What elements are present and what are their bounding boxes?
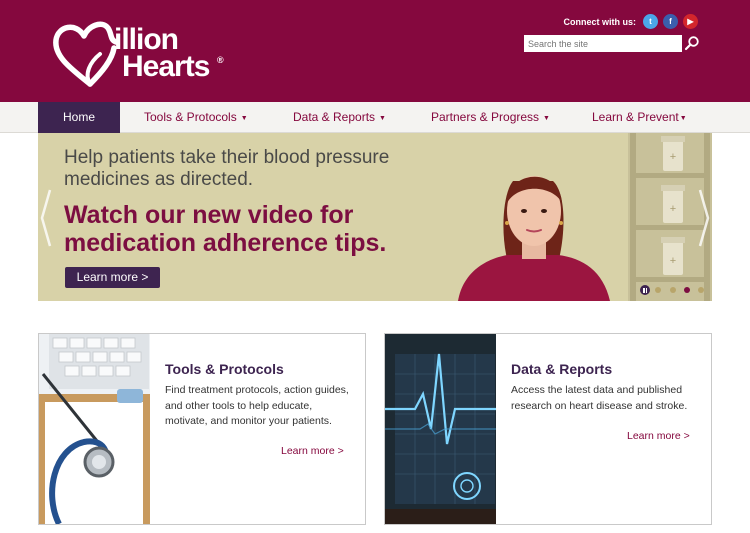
caret-down-icon: ▼ [379,115,386,122]
twitter-icon[interactable]: t [643,14,658,29]
data-reports-card: Data & Reports Access the latest data an… [384,333,712,525]
svg-text:+: + [670,151,676,163]
nav-item-partners-progress[interactable]: Partners & Progress ▼ [431,102,550,133]
facebook-icon[interactable]: f [663,14,678,29]
site-header: illion Hearts ® Connect with us: t f ▶ [0,0,750,102]
carousel-dot[interactable] [670,287,676,293]
caret-down-icon: ▼ [679,115,687,122]
tools-protocols-card: Tools & Protocols Find treatment protoco… [38,333,366,525]
stethoscope-keyboard-image [39,334,150,524]
card-description: Find treatment protocols, action guides,… [165,384,349,427]
svg-text:+: + [670,203,676,215]
logo-text-hearts: Hearts [122,50,210,83]
nav-item-data-reports[interactable]: Data & Reports ▼ [293,102,386,133]
carousel-next-arrow-icon[interactable] [698,188,710,248]
carousel-pause-icon[interactable] [640,285,650,295]
nav-item-label: Data & Reports [293,110,376,124]
heartbeat-monitor-image [385,334,496,524]
card-description: Access the latest data and published res… [511,384,688,412]
carousel-dot[interactable] [698,287,704,293]
nav-item-label: Learn & Prevent [592,110,679,124]
hero-subtitle: Help patients take their blood pressure … [64,147,390,190]
search-icon[interactable] [684,35,700,51]
hero-title: Watch our new video for medication adher… [64,201,387,257]
svg-text:+: + [670,255,676,267]
logo-registered-mark: ® [217,55,224,65]
nav-item-tools-protocols[interactable]: Tools & Protocols ▼ [144,102,248,133]
card-title: Tools & Protocols [165,361,284,377]
nav-item-learn-prevent[interactable]: Learn & Prevent▼ [592,102,687,133]
card-learn-more-link[interactable]: Learn more > [281,445,344,457]
social-connect: Connect with us: t f ▶ [563,14,698,29]
main-nav: Home Tools & Protocols ▼ Data & Reports ▼ … [0,102,750,133]
carousel-dot[interactable] [655,287,661,293]
million-hearts-logo[interactable]: illion Hearts ® [50,18,240,94]
nav-item-home[interactable]: Home [38,102,120,133]
search-input[interactable] [524,35,682,52]
nav-item-label: Home [62,110,95,124]
card-learn-more-link[interactable]: Learn more > [627,430,690,442]
nav-item-label: Partners & Progress [431,110,540,124]
caret-down-icon: ▼ [240,115,248,122]
connect-label: Connect with us: [563,16,637,27]
hero-carousel: + + + Help patients take their blood pre… [38,133,712,301]
carousel-dot-active[interactable] [684,287,690,293]
card-title: Data & Reports [511,361,613,377]
carousel-prev-arrow-icon[interactable] [40,188,52,248]
youtube-icon[interactable]: ▶ [683,14,698,29]
caret-down-icon: ▼ [543,115,550,122]
hero-learn-more-button[interactable]: Learn more > [65,267,160,288]
nav-item-label: Tools & Protocols [144,110,237,124]
